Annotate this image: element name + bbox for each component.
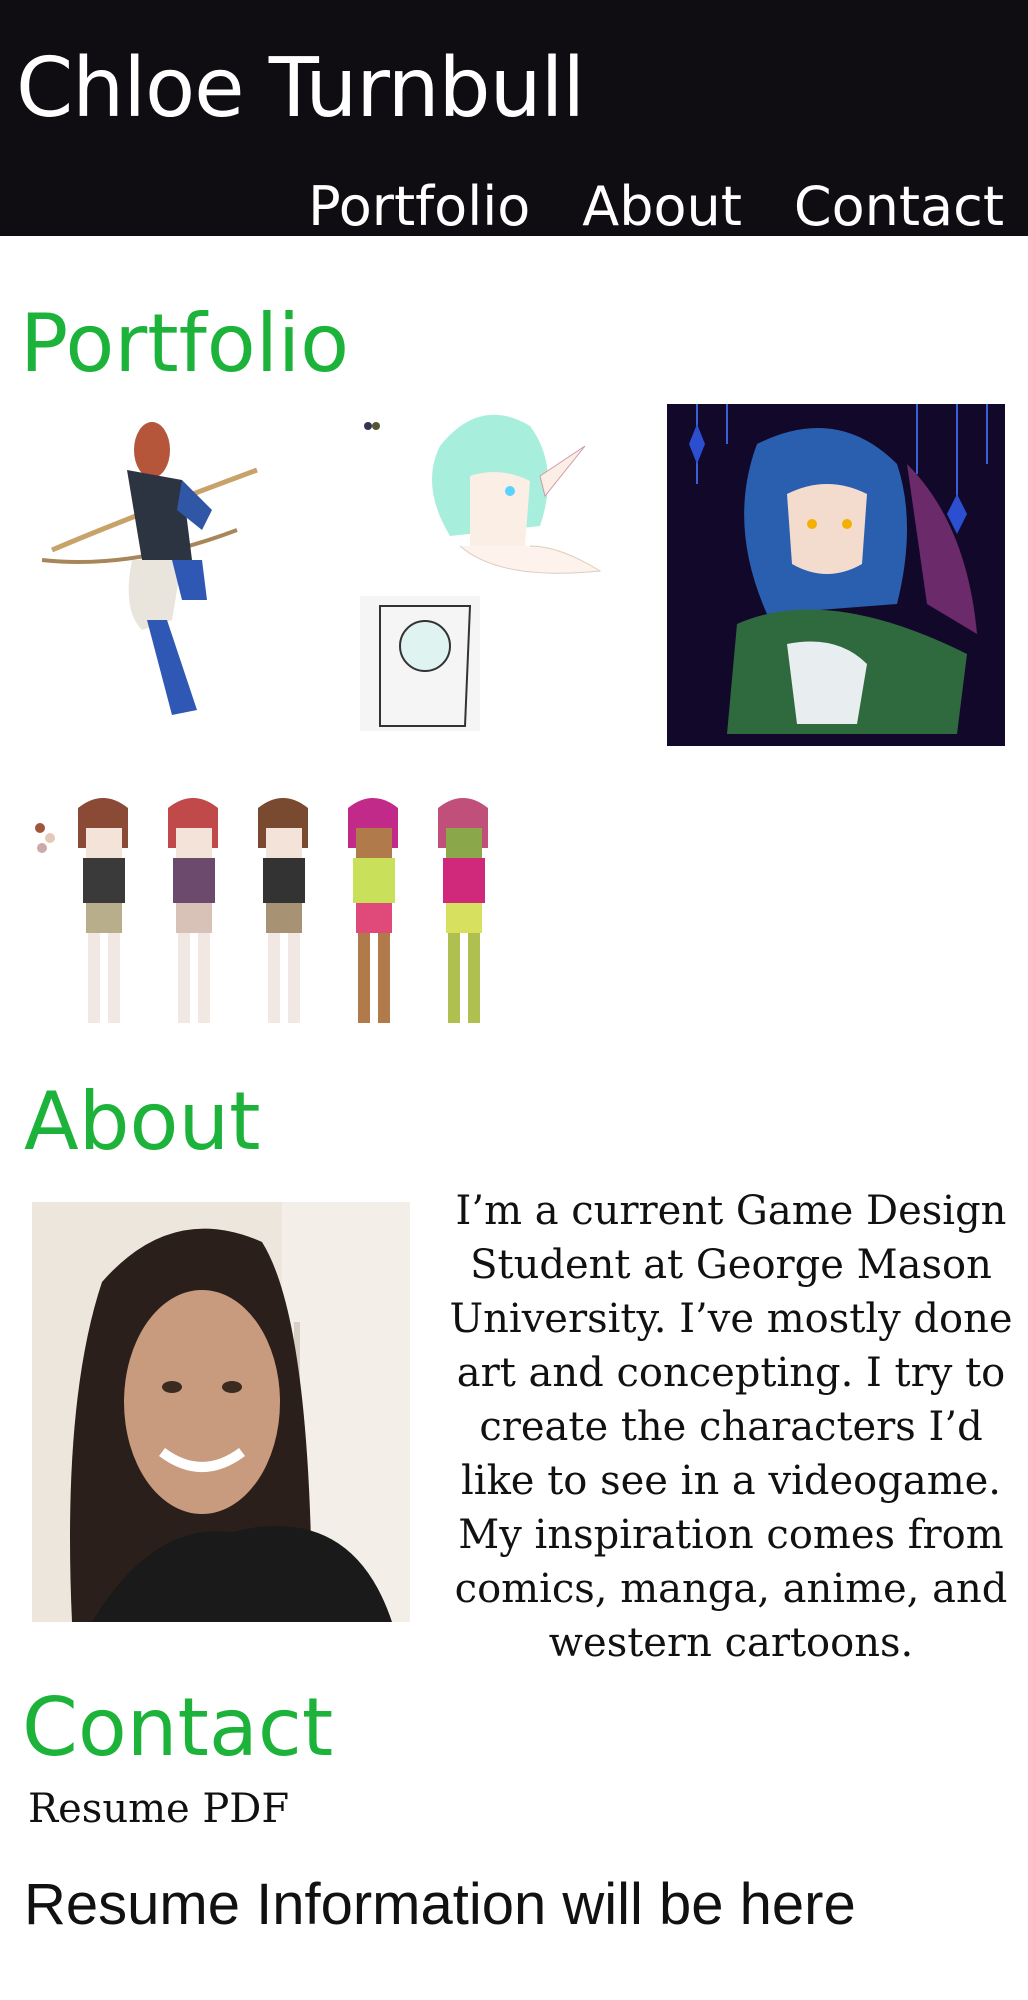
about-bio: I’m a current Game Design Student at Geo…	[449, 1188, 1013, 1666]
portfolio-heading: Portfolio	[20, 297, 350, 390]
archer-art-image[interactable]	[32, 410, 272, 730]
site-header: Chloe Turnbull Portfolio About Contact	[0, 0, 1028, 236]
nav-about-link[interactable]: About	[582, 180, 742, 234]
dark-elf-art-image[interactable]	[667, 404, 1005, 746]
profile-photo	[32, 1202, 410, 1622]
nav-contact-link[interactable]: Contact	[794, 180, 1004, 234]
about-heading: About	[24, 1075, 261, 1168]
resume-info-text: Resume Information will be here	[24, 1872, 856, 1937]
nav-portfolio-link[interactable]: Portfolio	[308, 180, 530, 234]
character-palette-image[interactable]	[28, 788, 528, 1048]
site-title: Chloe Turnbull	[16, 41, 585, 136]
contact-heading: Contact	[22, 1681, 334, 1774]
elf-sketch-image[interactable]	[340, 396, 630, 736]
resume-pdf-link[interactable]: Resume PDF	[28, 1786, 289, 1832]
main-nav: Portfolio About Contact	[308, 180, 1004, 234]
